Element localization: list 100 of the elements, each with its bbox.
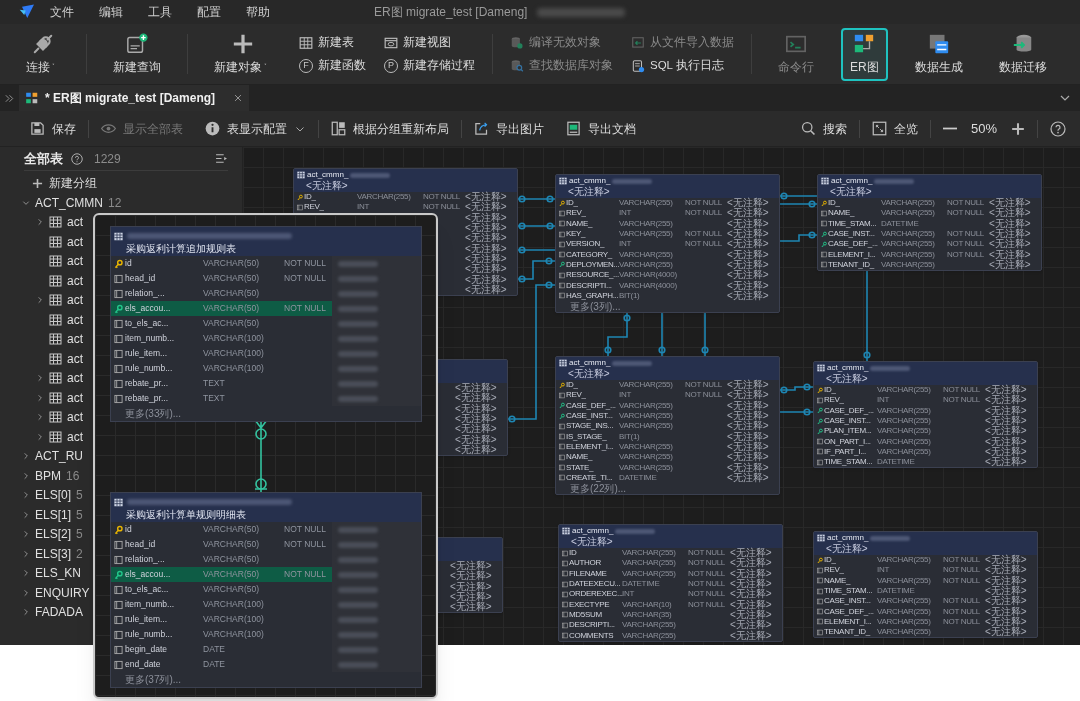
tree-item[interactable]: act [24,212,83,232]
column-row[interactable]: begin_date DATE [111,642,421,657]
new-group-button[interactable]: 新建分组 [24,173,97,193]
blurred-text [338,616,378,623]
table-icon [49,255,62,268]
tree-item[interactable]: ELS[2] 5 [22,524,83,544]
view-icon [384,35,398,50]
blurred-text [874,178,915,184]
column-type: VARCHAR(100) [203,332,265,345]
toolbar-button[interactable]: 根据分组重新布局 [331,119,449,138]
chevron-right-icon [22,530,30,539]
column-type: VARCHAR(50) [203,317,261,330]
toolbar-button[interactable]: 新建视图 [384,31,475,54]
table-icon [49,235,62,248]
help-button[interactable] [1050,120,1066,137]
tree-item[interactable]: ACT_CMMN 12 [22,193,122,213]
column-row[interactable]: rule_item... VARCHAR(100) [111,346,421,361]
key-icon [817,556,823,564]
column-icon [817,448,823,456]
zoom-in-button[interactable] [1011,121,1025,136]
toolbar-button[interactable]: SQL 执行日志 [631,54,734,77]
column-row[interactable]: rule_item... VARCHAR(100) [111,612,421,627]
tree-item[interactable]: act [24,251,83,271]
column-row[interactable]: head_id VARCHAR(50) NOT NULL [111,271,421,286]
tree-item[interactable]: act [24,407,83,427]
column-row[interactable]: item_numb... VARCHAR(100) [111,597,421,612]
column-type: BIT(1) [619,431,641,442]
more-columns-link[interactable]: 更多(37列)... [125,672,182,687]
menu-item[interactable]: 帮助 [246,3,270,21]
toolbar-button[interactable]: ER图 [841,27,888,81]
tree-item[interactable]: BPM 16 [22,466,80,486]
tree-item[interactable]: ELS[1] 5 [22,505,83,525]
tree-item[interactable]: act [24,368,83,388]
toolbar-button[interactable]: 导出文档 [566,119,636,138]
tree-item[interactable]: act [24,271,83,291]
tree-item[interactable]: act [24,232,83,252]
table-label: act [67,272,83,290]
toolbar-button[interactable]: 数据迁移 [989,27,1056,81]
tree-item[interactable]: ELS[3] 2 [22,544,83,564]
more-columns-link[interactable]: 更多(3列)... [570,300,621,312]
toolbar-button[interactable]: 数据生成 [905,27,972,81]
column-name: rule_item... [124,613,169,626]
column-row[interactable]: rule_numb... VARCHAR(100) [111,627,421,642]
search-button[interactable]: 搜索 [800,119,847,138]
tree-item[interactable]: ACT_RU [22,446,83,466]
column-row[interactable]: to_els_ac... VARCHAR(50) [111,316,421,331]
column-row[interactable]: head_id VARCHAR(50) NOT NULL [111,537,421,552]
overview-button[interactable]: 全览 [871,119,918,138]
column-constraint: NOT NULL [943,385,982,396]
column-row[interactable]: id VARCHAR(50) NOT NULL [111,256,421,271]
column-name: REV_ [824,395,845,406]
column-constraint: NOT NULL [947,229,986,240]
toolbar-button[interactable]: 连接 [17,27,69,81]
group-label: ACT_CMMN [35,194,103,212]
editor-tab[interactable]: * ER图 migrate_test [Dameng] [19,85,249,111]
log-icon [631,58,645,73]
column-row[interactable]: to_els_ac... VARCHAR(50) [111,582,421,597]
zoom-out-button[interactable] [942,127,957,130]
column-comment: <无注释> [989,249,1031,260]
tree-item[interactable]: ELS[0] 5 [22,485,83,505]
column-row[interactable]: els_accou... VARCHAR(50) NOT NULL [111,301,421,316]
column-row[interactable]: relation_... VARCHAR(50) [111,286,421,301]
toolbar-button[interactable]: 新建表 [299,31,366,54]
table-icon [49,372,62,385]
toolbar-button[interactable]: F 新建函数 [299,54,366,77]
search-icon [800,121,816,136]
tree-item[interactable]: act [24,310,83,330]
tree-item[interactable]: ELS_KN [22,563,82,583]
column-row[interactable]: rebate_pr... TEXT [111,391,421,406]
column-row[interactable]: id VARCHAR(50) NOT NULL [111,522,421,537]
column-row[interactable]: item_numb... VARCHAR(100) [111,331,421,346]
column-row[interactable]: relation_... VARCHAR(50) [111,552,421,567]
more-columns-link[interactable]: 更多(33列)... [125,406,182,421]
tree-item[interactable]: act [24,329,83,349]
tree-item[interactable]: act [24,388,83,408]
toolbar-button[interactable]: 导出图片 [474,119,544,138]
menu-item[interactable]: 配置 [197,3,221,21]
tree-item[interactable]: act [24,349,83,369]
tree-item[interactable]: act [24,290,83,310]
tree-item[interactable]: ENQUIRY [22,583,90,603]
menu-item[interactable]: 工具 [148,3,172,21]
toolbar-button[interactable]: 新建查询 [104,27,170,81]
toolbar-button[interactable]: 表显示配置 [205,119,306,138]
column-row[interactable]: end_date DATE [111,657,421,672]
toolbar-button[interactable]: 保存 [30,119,76,138]
column-row[interactable]: els_accou... VARCHAR(50) NOT NULL [111,567,421,582]
column-name: NAME_ [824,575,852,586]
toolbar-button[interactable]: 新建对象 [205,27,281,81]
more-columns-link[interactable]: 更多(22列)... [570,482,627,494]
column-icon [817,587,823,595]
blurred-text [612,360,653,366]
tree-item[interactable]: FADADA [22,602,83,622]
toolbar-button[interactable]: P 新建存储过程 [384,54,475,77]
column-row[interactable]: rebate_pr... TEXT [111,376,421,391]
menu-item[interactable]: 编辑 [99,3,123,21]
chevron-right-icon [36,413,44,422]
column-row[interactable]: rule_numb... VARCHAR(100) [111,361,421,376]
menu-item[interactable]: 文件 [50,3,74,21]
sort-button[interactable] [215,152,228,165]
tree-item[interactable]: act [24,427,83,447]
